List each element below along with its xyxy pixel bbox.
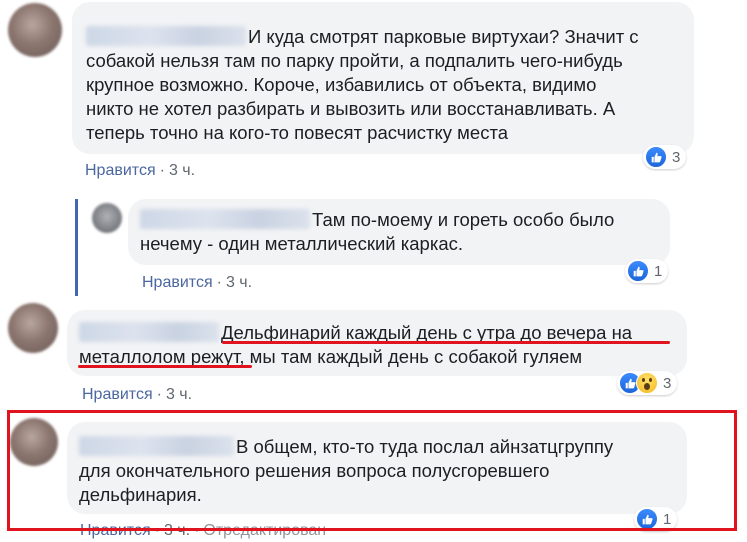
timestamp[interactable]: 3 ч.	[169, 162, 195, 179]
avatar[interactable]	[8, 303, 58, 353]
comment-line: теперь точно на кого-то повесят расчистк…	[86, 122, 508, 143]
like-reaction-icon	[627, 260, 649, 282]
comment-line: никто не хотел разбирать и вывозить или …	[86, 98, 616, 119]
separator-dot: ·	[159, 162, 165, 179]
highlight-underline	[78, 365, 252, 368]
highlight-box	[7, 410, 737, 531]
separator-dot: ·	[156, 386, 162, 403]
reaction-summary[interactable]: 3	[617, 371, 678, 395]
highlight-underline	[222, 341, 670, 344]
reaction-summary[interactable]: 1	[625, 259, 669, 283]
comment-meta: Нравится · 3 ч.	[85, 162, 195, 180]
comment-line: Там по-моему и гореть особо было	[312, 209, 615, 230]
author-name-blurred[interactable]	[140, 209, 310, 229]
timestamp[interactable]: 3 ч.	[226, 274, 252, 291]
comment-line: И куда смотрят парковые виртухаи? Значит…	[248, 26, 639, 47]
author-name-blurred[interactable]	[86, 26, 246, 46]
comment-text: Там по-моему и гореть особо было	[140, 208, 658, 232]
comment-line: Дельфинарий каждый день с утра до вечера…	[221, 322, 633, 343]
avatar[interactable]	[92, 203, 122, 233]
reaction-summary[interactable]: 3	[643, 145, 687, 169]
wow-reaction-icon	[636, 372, 658, 394]
reaction-count: 3	[663, 374, 672, 392]
reaction-count: 1	[654, 262, 663, 280]
separator-dot: ·	[216, 274, 222, 291]
reply-thread-line	[75, 199, 78, 296]
comment-meta: Нравится · 3 ч.	[142, 274, 252, 292]
comment-line: нечему - один металлический каркас.	[140, 233, 464, 254]
author-name-blurred[interactable]	[79, 322, 219, 342]
comment-bubble-1: И куда смотрят парковые виртухаи? Значит…	[72, 2, 694, 154]
timestamp[interactable]: 3 ч.	[166, 386, 192, 403]
like-link[interactable]: Нравится	[85, 162, 156, 179]
reaction-count: 3	[672, 148, 681, 166]
like-reaction-icon	[645, 146, 667, 168]
comment-bubble-2: Там по-моему и гореть особо было нечему …	[128, 199, 670, 265]
like-link[interactable]: Нравится	[142, 274, 213, 291]
avatar[interactable]	[8, 3, 62, 57]
comment-text: И куда смотрят парковые виртухаи? Значит…	[86, 25, 682, 49]
comment-meta: Нравится · 3 ч.	[82, 386, 192, 404]
comment-line: крупное возможно. Короче, избавились от …	[86, 74, 597, 95]
comment-line: собакой нельзя там по парку пройти, а по…	[86, 50, 623, 71]
like-link[interactable]: Нравится	[82, 386, 153, 403]
